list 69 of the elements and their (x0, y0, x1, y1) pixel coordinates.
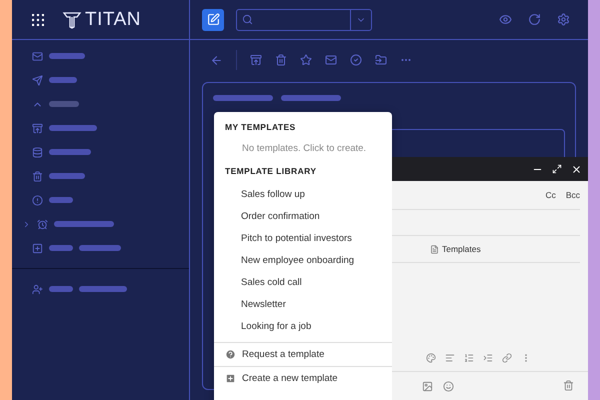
template-chip[interactable]: Templates (430, 244, 481, 254)
alert-icon[interactable] (32, 194, 43, 206)
archive-icon[interactable] (32, 122, 43, 134)
check-icon[interactable] (350, 54, 362, 66)
alarm-clock-icon[interactable] (37, 218, 48, 230)
placeholder-bar (54, 221, 114, 227)
close-icon[interactable] (571, 164, 582, 174)
placeholder-bar (49, 197, 73, 203)
trash-icon[interactable] (275, 54, 287, 66)
pen-icon (206, 13, 220, 26)
folder-icon[interactable] (375, 54, 387, 66)
eye-icon[interactable] (499, 13, 512, 26)
document-icon (430, 244, 439, 254)
palette-icon[interactable] (426, 353, 436, 363)
placeholder-bar (49, 125, 97, 131)
placeholder-bar (49, 149, 91, 155)
search-field[interactable] (236, 8, 372, 30)
menu-action[interactable]: Create a new template (214, 366, 392, 390)
plus-icon[interactable] (32, 242, 43, 254)
section-heading: MY TEMPLATES (224, 122, 297, 132)
expand-icon[interactable] (552, 164, 562, 174)
list-icon[interactable] (464, 353, 474, 363)
image-icon[interactable] (422, 380, 433, 392)
menu-item[interactable]: Looking for a job (214, 316, 392, 338)
section-heading: TEMPLATE LIBRARY (224, 166, 318, 176)
add-user-icon[interactable] (32, 284, 43, 294)
mail-icon[interactable] (325, 54, 337, 66)
emoji-icon[interactable] (443, 380, 454, 392)
trash-icon[interactable] (563, 380, 574, 390)
refresh-icon[interactable] (528, 13, 541, 26)
placeholder-bar (49, 101, 79, 107)
placeholder-bar (213, 95, 273, 101)
archive-icon[interactable] (250, 54, 262, 66)
align-icon[interactable] (445, 353, 455, 363)
empty-message[interactable]: No templates. Click to create. (214, 140, 392, 166)
menu-item[interactable]: Pitch to potential investors (214, 228, 392, 250)
placeholder-bar (49, 53, 85, 59)
settings-icon[interactable] (557, 13, 570, 26)
logo-text: TITAN (85, 8, 141, 30)
mail-icon[interactable] (32, 50, 43, 62)
link-icon[interactable] (502, 353, 512, 363)
placeholder-bar (49, 173, 85, 179)
question-icon (225, 349, 236, 360)
chevron-right-icon[interactable] (22, 220, 31, 228)
placeholder-bar (79, 245, 121, 251)
indent-icon[interactable] (483, 353, 493, 363)
compose-button[interactable] (202, 8, 224, 30)
cc-link[interactable]: Cc (545, 190, 556, 200)
placeholder-bar (281, 95, 341, 101)
logo-icon (62, 10, 82, 30)
menu-item[interactable]: Sales cold call (214, 272, 392, 294)
trash-icon[interactable] (32, 170, 43, 182)
placeholder-bar (79, 286, 127, 292)
grid-icon[interactable] (32, 14, 44, 26)
stack-icon[interactable] (32, 146, 43, 158)
placeholder-bar (49, 286, 73, 292)
plus-icon (225, 373, 236, 384)
back-icon[interactable] (210, 54, 223, 66)
menu-item[interactable]: Order confirmation (214, 206, 392, 228)
menu-action[interactable]: Request a template (214, 342, 392, 366)
placeholder-bar (49, 245, 73, 251)
star-icon[interactable] (300, 54, 312, 66)
menu-item[interactable]: Sales follow up (214, 184, 392, 206)
send-icon[interactable] (32, 74, 43, 86)
placeholder-bar (49, 77, 77, 83)
menu-item[interactable]: New employee onboarding (214, 250, 392, 272)
search-icon (242, 14, 253, 25)
menu-item[interactable]: Newsletter (214, 294, 392, 316)
bcc-link[interactable]: Bcc (566, 190, 580, 200)
